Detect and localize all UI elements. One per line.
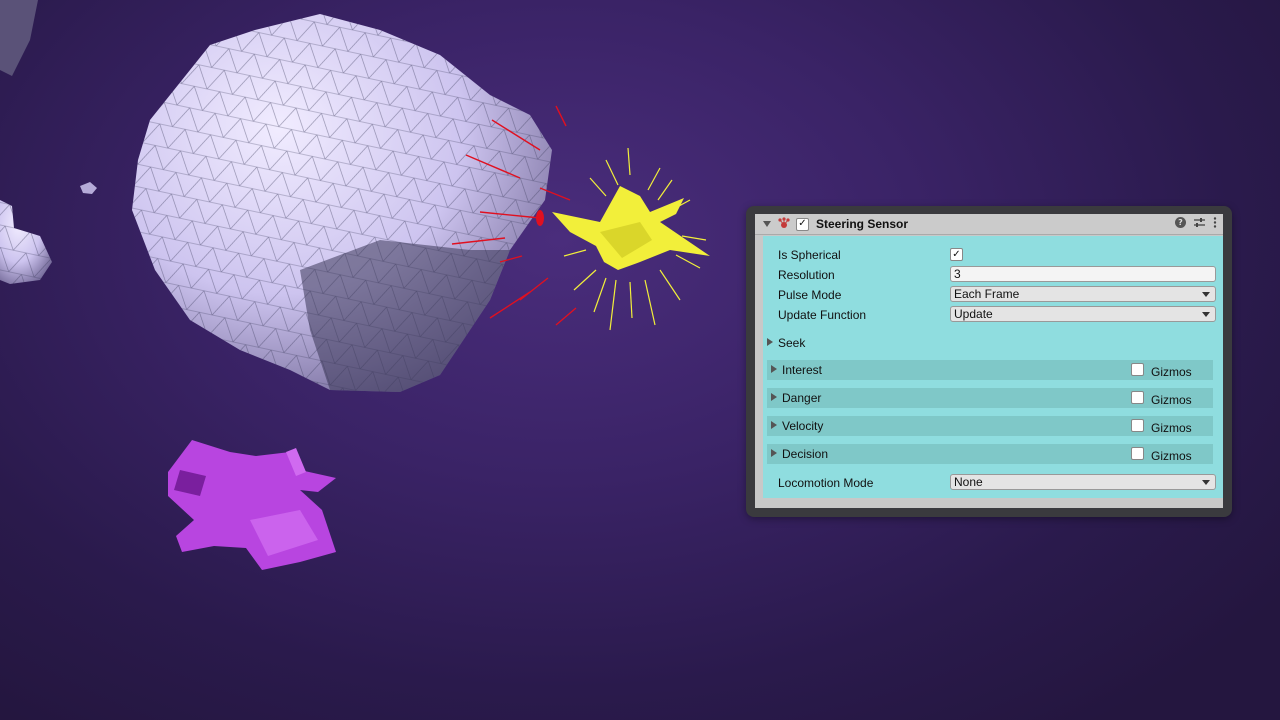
small-asteroid-top <box>0 0 38 76</box>
interest-gizmos-checkbox[interactable] <box>1131 363 1144 376</box>
foldout-velocity[interactable]: Velocity Gizmos <box>767 416 1213 436</box>
update-function-label: Update Function <box>778 308 867 322</box>
update-function-row: Update Function Update <box>763 305 1223 325</box>
foldout-label: Velocity <box>782 419 824 433</box>
foldout-label: Decision <box>782 447 829 461</box>
small-asteroid-left <box>0 200 52 284</box>
collapse-arrow-icon[interactable] <box>763 221 771 227</box>
velocity-gizmos-checkbox[interactable] <box>1131 419 1144 432</box>
yellow-spaceship <box>552 147 710 331</box>
expand-arrow-icon <box>771 449 777 457</box>
locomotion-mode-label: Locomotion Mode <box>778 476 874 490</box>
is-spherical-row: Is Spherical ✓ <box>763 245 1223 265</box>
presets-icon[interactable] <box>1194 217 1205 228</box>
dropdown-arrow-icon <box>1202 312 1210 317</box>
foldout-seek[interactable]: Seek <box>763 333 1223 353</box>
kebab-menu-icon[interactable] <box>1213 217 1217 228</box>
update-function-dropdown[interactable]: Update <box>950 306 1216 322</box>
gizmos-label: Gizmos <box>1151 365 1192 379</box>
help-icon[interactable]: ? <box>1175 217 1186 228</box>
foldout-label: Seek <box>778 336 806 350</box>
pulse-mode-dropdown[interactable]: Each Frame <box>950 286 1216 302</box>
resolution-field[interactable]: 3 <box>950 266 1216 282</box>
pulse-mode-label: Pulse Mode <box>778 288 842 302</box>
component-enabled-checkbox[interactable]: ✓ <box>796 217 809 231</box>
locomotion-mode-value: None <box>954 475 983 489</box>
foldout-label: Interest <box>782 363 823 377</box>
steering-sensor-icon <box>778 217 790 228</box>
large-asteroid <box>132 14 552 392</box>
resolution-label: Resolution <box>778 268 835 282</box>
gizmos-label: Gizmos <box>1151 393 1192 407</box>
danger-gizmos-checkbox[interactable] <box>1131 391 1144 404</box>
foldout-interest[interactable]: Interest Gizmos <box>767 360 1213 380</box>
component-body: Is Spherical ✓ Resolution 3 Pulse Mode E… <box>763 236 1223 498</box>
inspector-panel: ✓ Steering Sensor ? Is Spherical ✓ Resol… <box>746 206 1232 517</box>
component-title: Steering Sensor <box>816 217 909 231</box>
gizmos-label: Gizmos <box>1151 449 1192 463</box>
component-container: ✓ Steering Sensor ? Is Spherical ✓ Resol… <box>755 214 1223 508</box>
is-spherical-checkbox[interactable]: ✓ <box>950 248 963 261</box>
resolution-row: Resolution 3 <box>763 265 1223 285</box>
expand-arrow-icon <box>771 421 777 429</box>
pulse-mode-row: Pulse Mode Each Frame <box>763 285 1223 305</box>
foldout-danger[interactable]: Danger Gizmos <box>767 388 1213 408</box>
expand-arrow-icon <box>771 393 777 401</box>
update-function-value: Update <box>954 307 993 321</box>
gizmos-label: Gizmos <box>1151 421 1192 435</box>
dropdown-arrow-icon <box>1202 292 1210 297</box>
magenta-spaceship <box>168 440 336 570</box>
component-header[interactable]: ✓ Steering Sensor ? <box>755 214 1223 235</box>
tiny-asteroid <box>80 182 97 194</box>
locomotion-mode-row: Locomotion Mode None <box>763 473 1223 493</box>
expand-arrow-icon <box>771 365 777 373</box>
pulse-mode-value: Each Frame <box>954 287 1020 301</box>
locomotion-mode-dropdown[interactable]: None <box>950 474 1216 490</box>
header-tools: ? <box>1175 217 1217 228</box>
decision-gizmos-checkbox[interactable] <box>1131 447 1144 460</box>
dropdown-arrow-icon <box>1202 480 1210 485</box>
is-spherical-label: Is Spherical <box>778 248 841 262</box>
foldout-decision[interactable]: Decision Gizmos <box>767 444 1213 464</box>
foldout-label: Danger <box>782 391 822 405</box>
expand-arrow-icon <box>767 338 773 346</box>
